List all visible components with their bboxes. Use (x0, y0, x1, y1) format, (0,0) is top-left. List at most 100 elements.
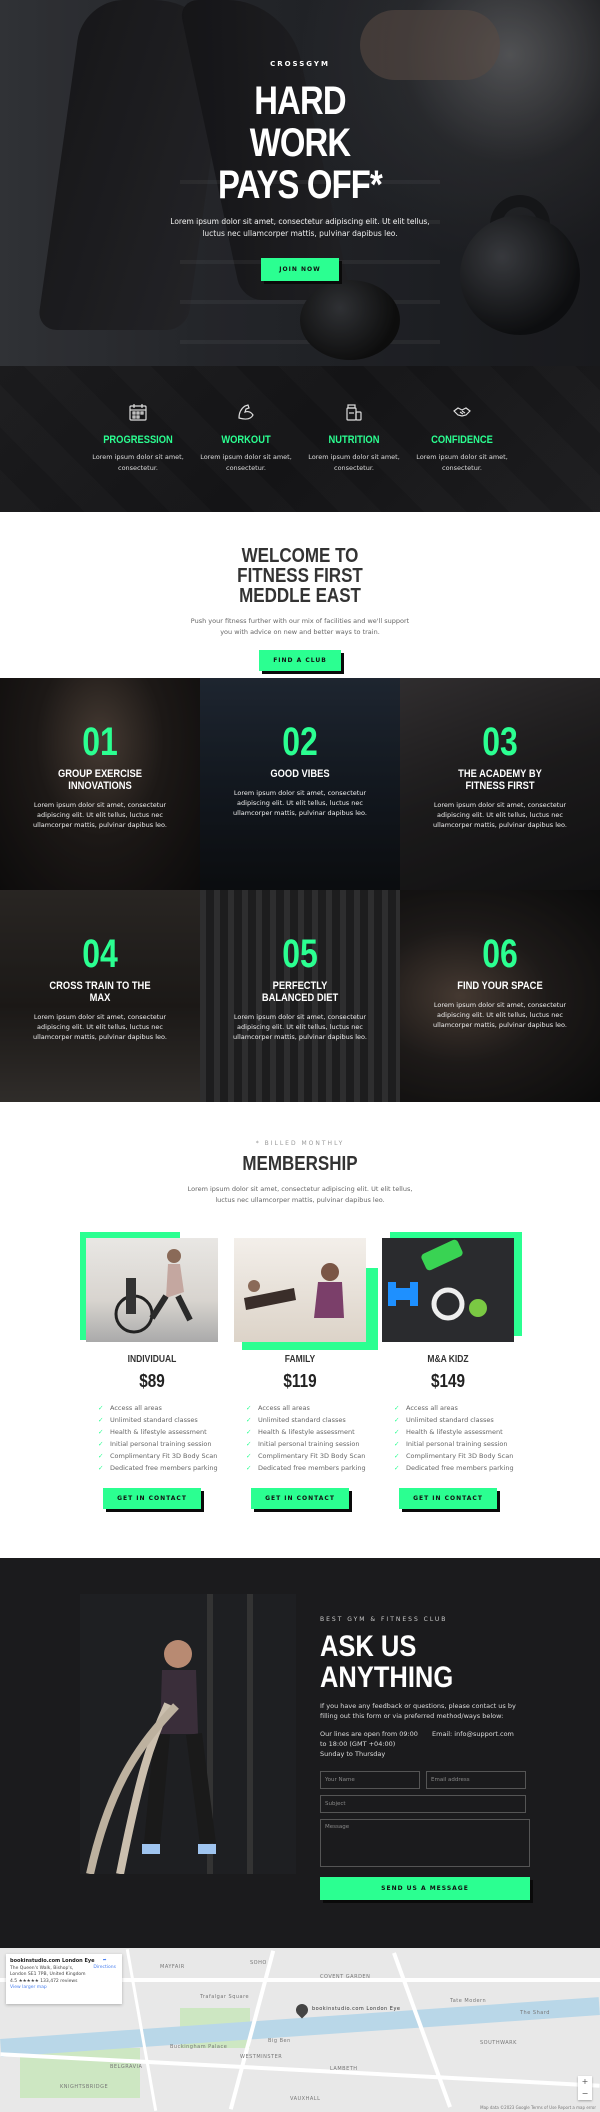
plan-feature: Health & lifestyle assessment (394, 1428, 514, 1437)
service-tile-3[interactable]: 03 THE ACADEMY BY FITNESS FIRST Lorem ip… (400, 678, 600, 890)
map-label: Tate Modern (450, 1998, 487, 2004)
plan-image (86, 1238, 218, 1342)
map-label: BELGRAVIA (110, 2064, 143, 2070)
tile-title: FIND YOUR SPACE (457, 980, 543, 992)
get-in-contact-button[interactable]: GET IN CONTACT (251, 1488, 349, 1509)
view-larger-map-link[interactable]: View larger map (10, 1985, 118, 1992)
contact-title: ASK US ANYTHING (320, 1630, 454, 1694)
subject-field[interactable] (320, 1795, 526, 1813)
tile-number: 03 (482, 720, 518, 764)
plan-features: Access all areas Unlimited standard clas… (394, 1404, 514, 1473)
plan-features: Access all areas Unlimited standard clas… (246, 1404, 366, 1473)
map-zoom-control: + − (578, 2076, 592, 2100)
plan-image (234, 1238, 366, 1342)
service-tile-1[interactable]: 01 GROUP EXERCISE INNOVATIONS Lorem ipsu… (0, 678, 200, 890)
map-label: SOHO (250, 1960, 267, 1966)
plan-image-wrap (234, 1238, 378, 1350)
feature-progression: PROGRESSION Lorem ipsum dolor sit amet, … (84, 402, 192, 512)
get-in-contact-button[interactable]: GET IN CONTACT (399, 1488, 497, 1509)
directions-button[interactable]: ➦ Directions (93, 1958, 116, 1971)
tile-number: 02 (282, 720, 318, 764)
flexed-arm-icon (235, 402, 257, 424)
services-grid: 01 GROUP EXERCISE INNOVATIONS Lorem ipsu… (0, 678, 600, 1102)
contact-email: Email: info@support.com (432, 1730, 514, 1738)
zoom-out-button[interactable]: − (578, 2088, 592, 2100)
plan-feature: Complimentary Fit 3D Body Scan (246, 1452, 366, 1461)
get-in-contact-button[interactable]: GET IN CONTACT (103, 1488, 201, 1509)
tile-number: 01 (82, 720, 118, 764)
plan-image (382, 1238, 514, 1342)
features-section: PROGRESSION Lorem ipsum dolor sit amet, … (0, 366, 600, 512)
welcome-text: Push your fitness further with our mix o… (190, 617, 410, 636)
map-pin-icon[interactable] (293, 2001, 311, 2019)
calendar-icon (127, 402, 149, 424)
contact-section: BEST GYM & FITNESS CLUB ASK US ANYTHING … (0, 1558, 600, 1948)
service-tile-6[interactable]: 06 FIND YOUR SPACE Lorem ipsum dolor sit… (400, 890, 600, 1102)
plan-feature: Dedicated free members parking (394, 1464, 514, 1473)
plan-price: $149 (430, 1371, 466, 1391)
welcome-section: WELCOME TO FITNESS FIRST MEDDLE EAST Pus… (0, 512, 600, 678)
tile-text: Lorem ipsum dolor sit amet, consectetur … (433, 801, 567, 829)
plan-price: $89 (139, 1371, 165, 1391)
contact-info: Our lines are open from 09:00 to 18:00 (… (320, 1729, 530, 1759)
hero-title: HARD WORK PAYS OFF* (218, 79, 383, 207)
plan-feature: Access all areas (98, 1404, 218, 1413)
service-tile-2[interactable]: 02 GOOD VIBES Lorem ipsum dolor sit amet… (200, 678, 400, 890)
plan-feature: Unlimited standard classes (394, 1416, 514, 1425)
plan-kidz: M&A KIDZ $149 Access all areas Unlimited… (382, 1232, 522, 1509)
map-label: The Shard (520, 2010, 550, 2016)
feature-nutrition: NUTRITION Lorem ipsum dolor sit amet, co… (300, 402, 408, 512)
tile-number: 05 (282, 932, 318, 976)
supplement-icon (343, 402, 365, 424)
contact-form-area: BEST GYM & FITNESS CLUB ASK US ANYTHING … (320, 1616, 530, 1900)
plan-family: FAMILY $119 Access all areas Unlimited s… (234, 1238, 378, 1509)
map-label: MAYFAIR (160, 1964, 185, 1970)
plan-name: FAMILY (284, 1354, 316, 1365)
plan-feature: Complimentary Fit 3D Body Scan (98, 1452, 218, 1461)
hero-content: CROSSGYM HARD WORK PAYS OFF* Lorem ipsum… (0, 60, 600, 281)
plan-feature: Dedicated free members parking (98, 1464, 218, 1473)
tile-text: Lorem ipsum dolor sit amet, consectetur … (33, 801, 167, 829)
welcome-title: WELCOME TO FITNESS FIRST MEDDLE EAST (237, 545, 363, 607)
map-section[interactable]: MAYFAIR SOHO COVENT GARDEN Tate Modern T… (0, 1948, 600, 2112)
contact-text: If you have any feedback or questions, p… (320, 1702, 516, 1720)
map-label: Big Ben (268, 2038, 291, 2044)
plan-feature: Initial personal training session (394, 1440, 514, 1449)
plan-features: Access all areas Unlimited standard clas… (98, 1404, 218, 1473)
map-label: Trafalgar Square (200, 1994, 250, 2000)
zoom-in-button[interactable]: + (578, 2076, 592, 2088)
service-tile-5[interactable]: 05 PERFECTLY BALANCED DIET Lorem ipsum d… (200, 890, 400, 1102)
directions-label: Directions (93, 1964, 116, 1970)
map-label: VAUXHALL (290, 2096, 321, 2102)
tile-overlay (400, 890, 600, 1102)
tile-text: Lorem ipsum dolor sit amet, consectetur … (33, 1013, 167, 1041)
feature-text: Lorem ipsum dolor sit amet, consectetur. (92, 453, 184, 472)
hero-section: CROSSGYM HARD WORK PAYS OFF* Lorem ipsum… (0, 0, 600, 366)
map-info-card: bookinstudio.com London Eye The Queen's … (6, 1954, 122, 2004)
plan-name: INDIVIDUAL (127, 1354, 177, 1365)
plan-feature: Dedicated free members parking (246, 1464, 366, 1473)
tile-title: CROSS TRAIN TO THE MAX (49, 980, 151, 1004)
message-field[interactable] (320, 1819, 530, 1867)
opening-hours: Our lines are open from 09:00 to 18:00 (… (320, 1730, 418, 1758)
plans-list: INDIVIDUAL $89 Access all areas Unlimite… (0, 1232, 600, 1509)
map-footnote: Map data ©2023 Google Terms of Use Repor… (480, 2105, 596, 2110)
join-now-button[interactable]: JOIN NOW (261, 258, 339, 281)
plan-feature: Complimentary Fit 3D Body Scan (394, 1452, 514, 1461)
directions-icon: ➦ (102, 1958, 107, 1963)
contact-subtitle: BEST GYM & FITNESS CLUB (320, 1616, 448, 1623)
service-tile-4[interactable]: 04 CROSS TRAIN TO THE MAX Lorem ipsum do… (0, 890, 200, 1102)
name-field[interactable] (320, 1771, 420, 1789)
tile-title: GOOD VIBES (270, 768, 330, 780)
plan-feature: Unlimited standard classes (98, 1416, 218, 1425)
email-field[interactable] (426, 1771, 526, 1789)
plan-feature: Access all areas (246, 1404, 366, 1413)
find-a-club-button[interactable]: FIND A CLUB (259, 650, 341, 671)
plan-feature: Access all areas (394, 1404, 514, 1413)
send-message-button[interactable]: SEND US A MESSAGE (320, 1877, 530, 1900)
plan-feature: Initial personal training session (98, 1440, 218, 1449)
map-address: The Queen's Walk, Bishop's, London SE1 7… (10, 1965, 86, 1978)
membership-title: MEMBERSHIP (242, 1153, 358, 1175)
tile-title: GROUP EXERCISE INNOVATIONS (57, 768, 142, 792)
feature-workout: WORKOUT Lorem ipsum dolor sit amet, cons… (192, 402, 300, 512)
